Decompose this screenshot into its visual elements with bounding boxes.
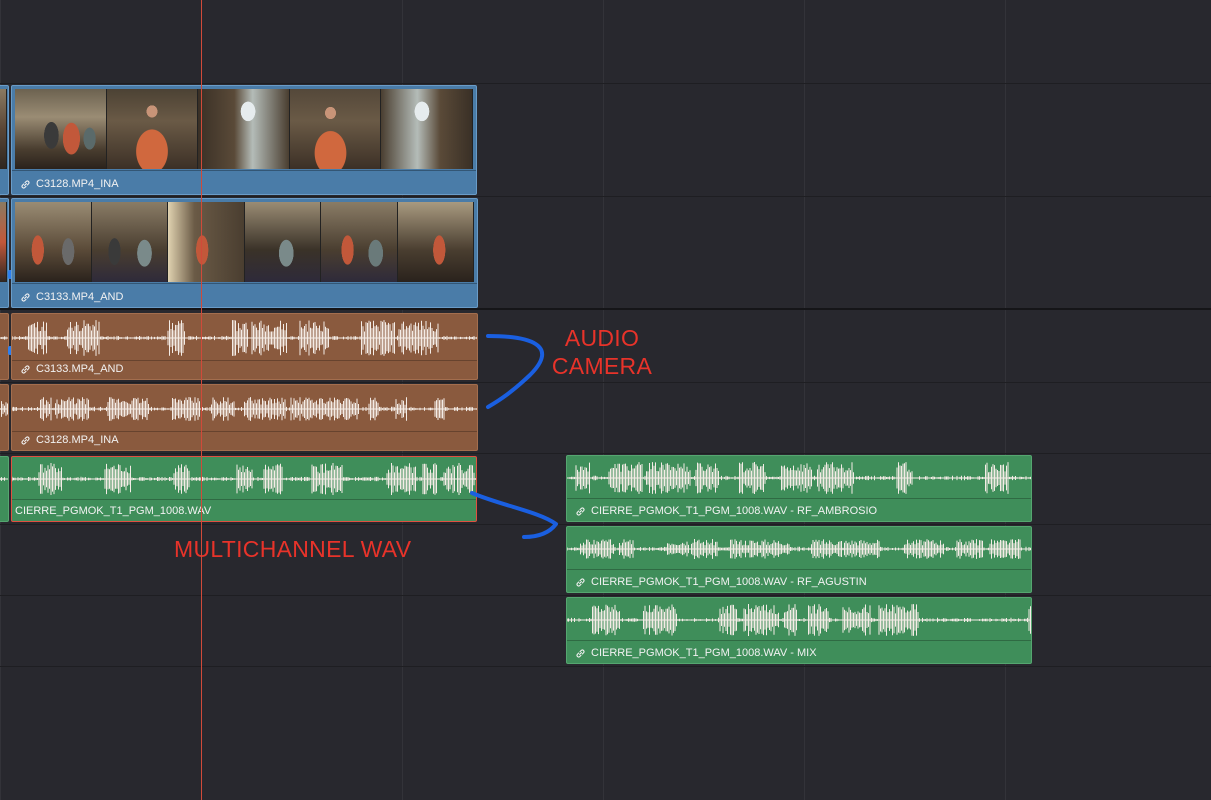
- waveform-path: [0, 477, 8, 481]
- clip-name-label: CIERRE_PGMOK_T1_PGM_1008.WAV - RF_AMBROS…: [575, 505, 877, 517]
- link-icon: [576, 506, 585, 516]
- clip-thumbnails: [0, 89, 7, 169]
- link-icon: [21, 179, 30, 189]
- link-icon: [576, 648, 585, 658]
- video-clip-c3128[interactable]: C3128.MP4_INA: [11, 85, 477, 195]
- audio-clip-multichannel-wav[interactable]: CIERRE_PGMOK_T1_PGM_1008.WAV: [11, 456, 477, 522]
- audio-waveform: [567, 539, 1031, 559]
- clip-name-label: C3133.MP4_AND: [20, 291, 123, 303]
- link-icon: [576, 577, 585, 587]
- video-clip-prev-v2[interactable]: [0, 85, 9, 195]
- audio-waveform: [0, 401, 8, 417]
- clip-name-label: C3128.MP4_INA: [20, 178, 119, 190]
- annotation-multichannel-wav: MULTICHANNEL WAV: [174, 536, 412, 562]
- audio-clip-channel-rf-ambrosio[interactable]: CIERRE_PGMOK_T1_PGM_1008.WAV - RF_AMBROS…: [566, 455, 1032, 522]
- playhead[interactable]: [201, 0, 202, 800]
- waveform-path: [0, 336, 8, 340]
- waveform-path: [567, 539, 1031, 559]
- clip-thumbnails: [15, 202, 474, 282]
- waveform-path: [12, 320, 477, 356]
- audio-clip-channel-rf-agustin[interactable]: CIERRE_PGMOK_T1_PGM_1008.WAV - RF_AGUSTI…: [566, 526, 1032, 593]
- link-icon: [21, 364, 30, 374]
- audio-waveform: [12, 320, 477, 356]
- link-icon: [21, 435, 30, 445]
- clip-name-label: C3133.MP4_AND: [20, 363, 123, 375]
- waveform-path: [12, 463, 476, 495]
- waveform-path: [0, 401, 8, 417]
- clip-name-label: CIERRE_PGMOK_T1_PGM_1008.WAV - RF_AGUSTI…: [575, 576, 867, 588]
- clip-thumbnails: [0, 202, 7, 282]
- audio-clip-c3133[interactable]: C3133.MP4_AND: [11, 313, 478, 380]
- audio-waveform: [567, 604, 1031, 636]
- waveform-path: [567, 462, 1031, 494]
- clip-name-label: CIERRE_PGMOK_T1_PGM_1008.WAV: [15, 505, 212, 517]
- audio-waveform: [12, 463, 476, 495]
- audio-clip-prev-a3[interactable]: [0, 456, 9, 522]
- link-icon: [21, 292, 30, 302]
- clip-thumbnails: [15, 89, 473, 169]
- audio-waveform: [12, 397, 477, 421]
- waveform-path: [567, 604, 1031, 636]
- video-clip-c3133[interactable]: C3133.MP4_AND: [11, 198, 478, 308]
- audio-waveform: [567, 462, 1031, 494]
- annotation-audio-camera: AUDIO CAMERA: [550, 324, 654, 380]
- waveform-path: [12, 397, 477, 421]
- video-clip-prev-v1[interactable]: [0, 198, 9, 308]
- annotation-line: AUDIO: [564, 325, 640, 351]
- audio-clip-c3128[interactable]: C3128.MP4_INA: [11, 384, 478, 451]
- audio-clip-channel-mix[interactable]: CIERRE_PGMOK_T1_PGM_1008.WAV - MIX: [566, 597, 1032, 664]
- clip-name-label: CIERRE_PGMOK_T1_PGM_1008.WAV - MIX: [575, 647, 817, 659]
- audio-clip-prev-a2[interactable]: [0, 384, 9, 451]
- audio-waveform: [0, 477, 8, 481]
- clip-name-label: C3128.MP4_INA: [20, 434, 119, 446]
- annotation-line: CAMERA: [551, 353, 653, 379]
